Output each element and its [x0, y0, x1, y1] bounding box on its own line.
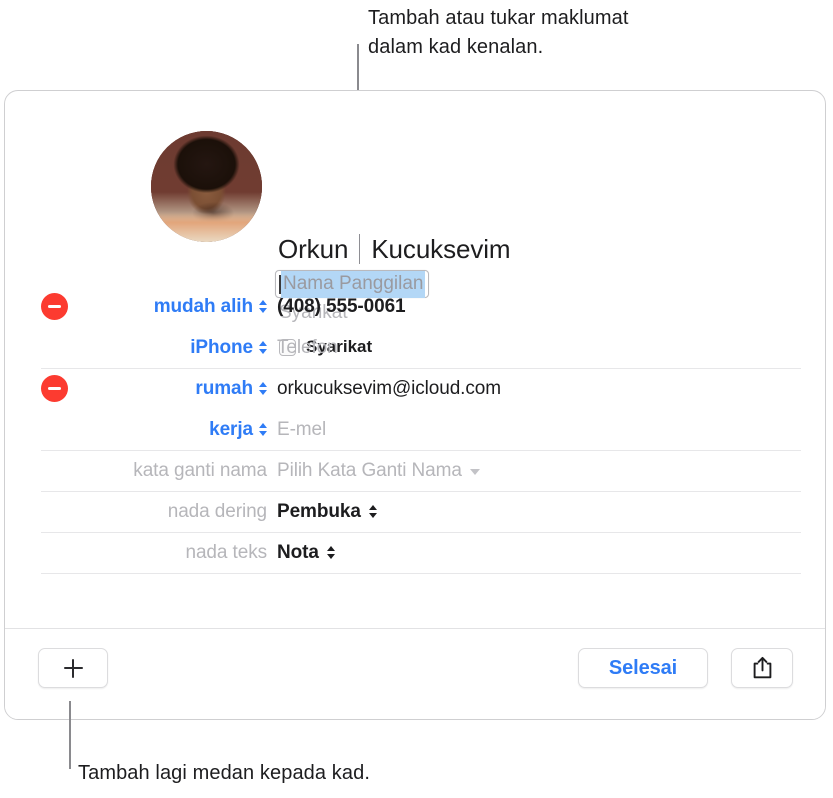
field-label-mobile-phone[interactable]: mudah alih: [5, 296, 267, 318]
field-value-text: E-mel: [277, 418, 327, 440]
row-divider: [41, 450, 801, 451]
avatar-shirt: [151, 212, 262, 242]
field-label-ringtone: nada dering: [5, 501, 267, 523]
field-value-text: orkucuksevim@icloud.com: [277, 377, 501, 399]
field-value-text: Nota: [277, 541, 319, 563]
row-divider: [41, 368, 801, 369]
share-icon: [753, 656, 771, 679]
row-divider: [41, 573, 801, 574]
done-button[interactable]: Selesai: [578, 648, 708, 688]
field-value-iphone[interactable]: Telefon: [277, 337, 801, 359]
field-label-home-email[interactable]: rumah: [5, 378, 267, 400]
field-row-mobile-phone[interactable]: mudah alih (408) 555-0061: [5, 286, 825, 327]
row-divider: [41, 491, 801, 492]
field-label-text: kata ganti nama: [133, 459, 267, 481]
field-label-iphone[interactable]: iPhone: [5, 337, 267, 359]
field-value-home-email[interactable]: orkucuksevim@icloud.com: [277, 378, 801, 400]
field-row-work-email[interactable]: kerja E-mel: [5, 409, 825, 450]
name-row: Orkun Kucuksevim: [278, 232, 511, 266]
plus-icon-vertical: [71, 658, 75, 678]
avatar[interactable]: [151, 131, 262, 242]
field-row-ringtone[interactable]: nada dering Pembuka: [5, 491, 825, 532]
field-value-text: Pilih Kata Ganti Nama: [277, 459, 462, 481]
stepper-icon[interactable]: [259, 300, 267, 313]
field-value-text: Pembuka: [277, 500, 361, 522]
field-label-text: kerja: [209, 418, 253, 440]
field-value-mobile-phone[interactable]: (408) 555-0061: [277, 296, 801, 318]
last-name-field[interactable]: Kucuksevim: [371, 234, 510, 265]
fields-bottom-divider: [5, 573, 825, 581]
contact-card-header: Orkun Kucuksevim Nama Panggilan Syarikat…: [5, 91, 825, 356]
field-value-work-email[interactable]: E-mel: [277, 419, 801, 441]
field-label-work-email[interactable]: kerja: [5, 419, 267, 441]
stepper-icon[interactable]: [368, 505, 377, 518]
first-name-field[interactable]: Orkun: [278, 234, 348, 265]
share-button[interactable]: [731, 648, 793, 688]
field-label-text: iPhone: [190, 336, 253, 358]
field-value-text-tone[interactable]: Nota: [277, 542, 801, 564]
field-label-text: nada teks: [185, 541, 268, 563]
contact-fields-list: mudah alih (408) 555-0061 iPhone Telefon: [5, 286, 825, 581]
callout-bottom-leader-line: [69, 701, 71, 769]
field-label-pronouns: kata ganti nama: [5, 460, 267, 482]
add-field-button[interactable]: [38, 648, 108, 688]
stepper-icon[interactable]: [326, 546, 335, 559]
stepper-icon[interactable]: [259, 341, 267, 354]
field-value-pronouns[interactable]: Pilih Kata Ganti Nama: [277, 460, 801, 482]
row-divider: [41, 532, 801, 533]
field-value-text: Telefon: [277, 336, 338, 358]
field-label-text: nada dering: [167, 500, 267, 522]
callout-bottom-text: Tambah lagi medan kepada kad.: [78, 762, 370, 784]
field-row-home-email[interactable]: rumah orkucuksevim@icloud.com: [5, 368, 825, 409]
field-row-text-tone[interactable]: nada teks Nota: [5, 532, 825, 573]
stepper-icon[interactable]: [259, 382, 267, 395]
field-value-ringtone[interactable]: Pembuka: [277, 501, 801, 523]
field-value-text: (408) 555-0061: [277, 295, 406, 317]
field-row-pronouns[interactable]: kata ganti nama Pilih Kata Ganti Nama: [5, 450, 825, 491]
field-row-iphone[interactable]: iPhone Telefon: [5, 327, 825, 368]
name-text-cursor: [359, 234, 361, 264]
stepper-icon[interactable]: [259, 423, 267, 436]
chevron-down-icon[interactable]: [469, 468, 480, 475]
done-button-label: Selesai: [608, 656, 678, 679]
field-label-text: rumah: [195, 377, 253, 399]
field-label-text: mudah alih: [153, 295, 253, 317]
field-label-text-tone: nada teks: [5, 541, 268, 564]
card-toolbar: Selesai: [5, 628, 825, 719]
callout-top-text: Tambah atau tukar maklumat dalam kad ken…: [368, 7, 629, 58]
contact-card-panel: Orkun Kucuksevim Nama Panggilan Syarikat…: [4, 90, 826, 720]
